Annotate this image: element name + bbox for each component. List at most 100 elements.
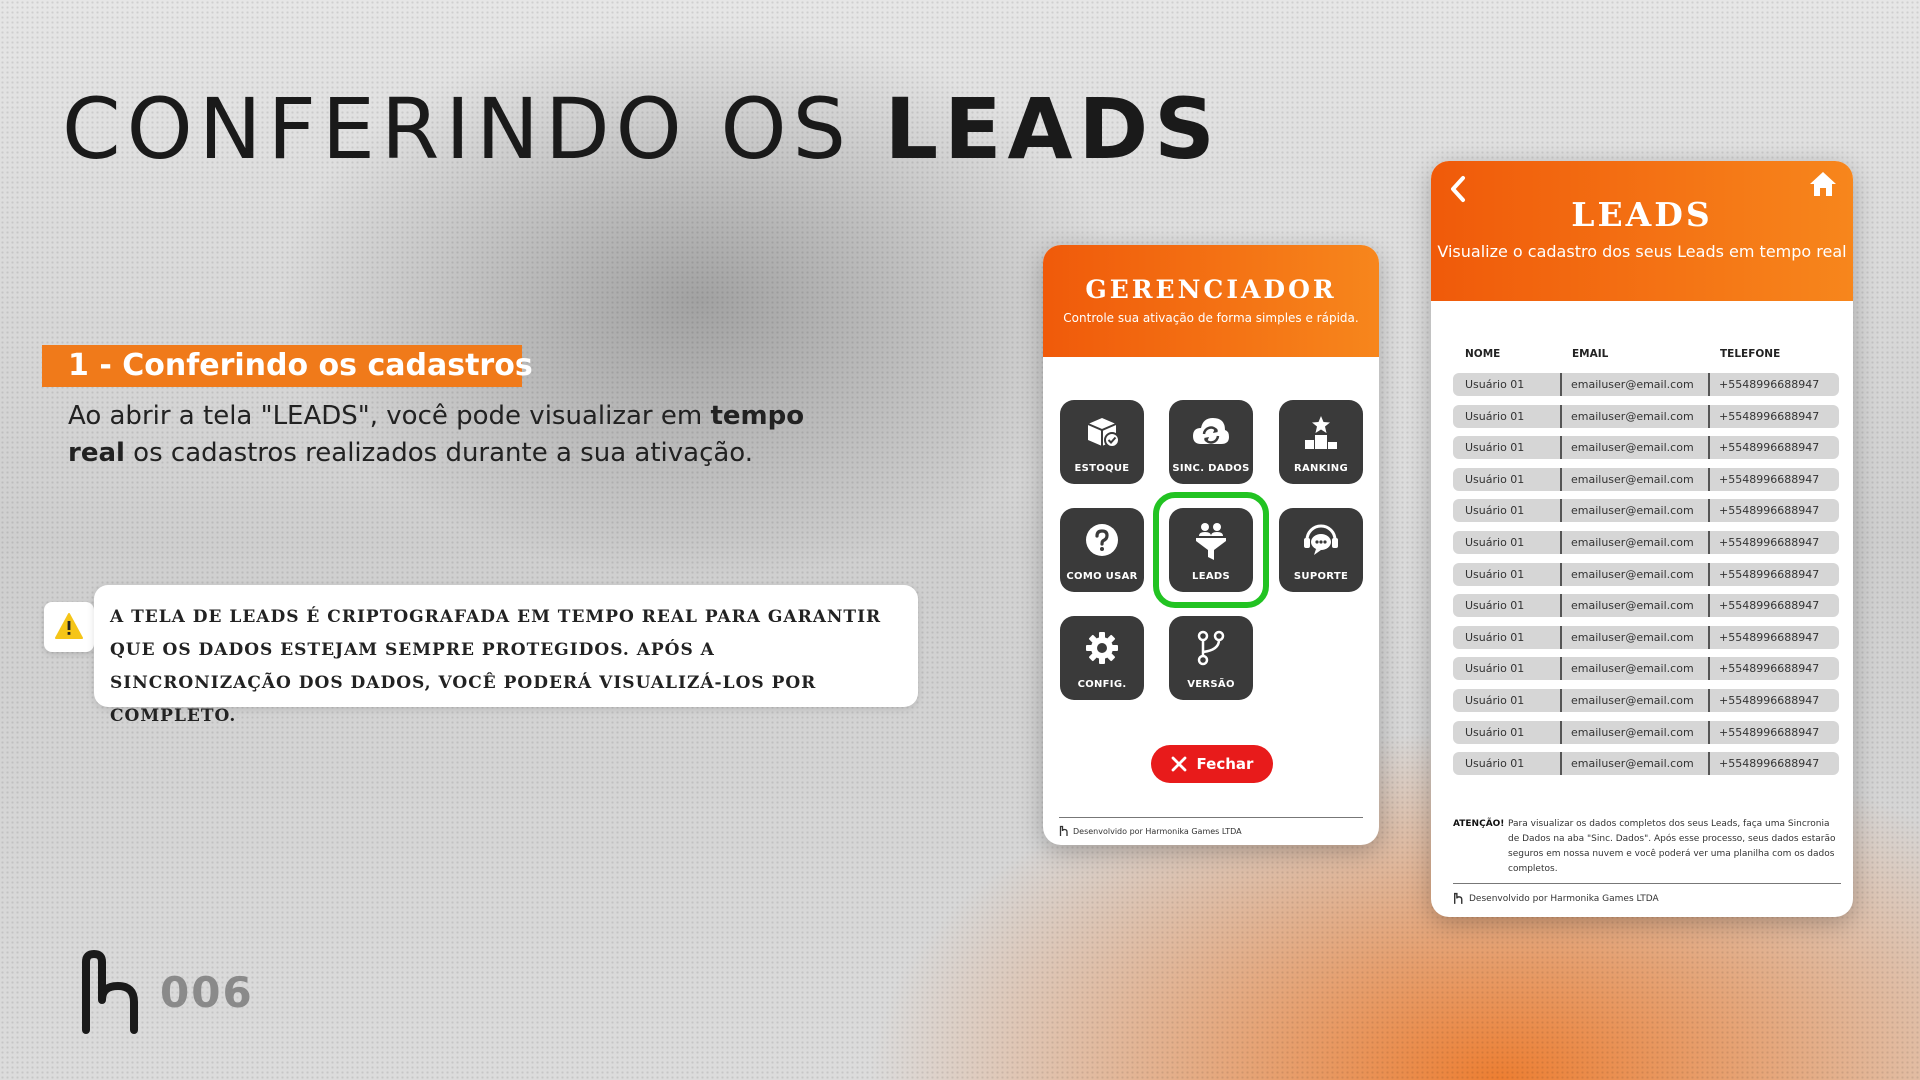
- tile-estoque[interactable]: ESTOQUE: [1060, 400, 1144, 484]
- cell-separator: [1560, 404, 1562, 428]
- tile-ranking[interactable]: RANKING: [1279, 400, 1363, 484]
- table-cell: emailuser@email.com: [1571, 757, 1694, 771]
- warning-message: A tela de leads é criptografada em tempo…: [94, 585, 918, 726]
- leads-screen: LEADS Visualize o cadastro dos seus Lead…: [1431, 161, 1853, 917]
- attention-note: ATENÇÃO! Para visualizar os dados comple…: [1453, 817, 1839, 877]
- cell-separator: [1708, 689, 1710, 712]
- cell-separator: [1560, 657, 1562, 681]
- table-cell: +5548996688947: [1719, 725, 1820, 739]
- cell-separator: [1708, 436, 1710, 460]
- close-icon: [1171, 756, 1186, 772]
- tile-config[interactable]: CONFIG.: [1060, 616, 1144, 700]
- table-cell: Usuário 01: [1465, 441, 1525, 455]
- table-cell: Usuário 01: [1465, 472, 1525, 486]
- gerenciador-footer: Desenvolvido por Harmonika Games LTDA: [1059, 825, 1242, 837]
- box-icon: [1060, 414, 1144, 450]
- table-cell: emailuser@email.com: [1571, 630, 1694, 644]
- table-cell: Usuário 01: [1465, 536, 1525, 549]
- table-cell: +5548996688947: [1719, 504, 1820, 518]
- table-cell: emailuser@email.com: [1571, 725, 1694, 739]
- gerenciador-screen: GERENCIADOR Controle sua ativação de for…: [1043, 245, 1379, 845]
- cell-separator: [1560, 720, 1562, 744]
- cell-separator: [1560, 625, 1562, 649]
- close-button[interactable]: Fechar: [1151, 745, 1273, 783]
- cell-separator: [1708, 467, 1710, 491]
- table-cell: emailuser@email.com: [1571, 472, 1694, 486]
- table-cell: +5548996688947: [1719, 630, 1820, 644]
- table-row: Usuário 01 emailuser@email.com +5548996688…: [1453, 499, 1839, 523]
- home-icon[interactable]: [1809, 171, 1837, 201]
- tile-sinc-dados[interactable]: SINC. DADOS: [1169, 400, 1253, 484]
- cell-separator: [1708, 752, 1710, 776]
- harmonika-small-icon: [1454, 892, 1463, 904]
- cell-separator: [1560, 499, 1562, 523]
- cell-separator: [1708, 531, 1710, 554]
- table-row: Usuário 01 emailuser@email.com +5548996688…: [1453, 752, 1839, 776]
- gerenciador-title: GERENCIADOR: [1085, 275, 1337, 304]
- tile-como-usar[interactable]: COMO USAR: [1060, 508, 1144, 592]
- cell-separator: [1708, 657, 1710, 681]
- funnel-users-icon: [1169, 522, 1253, 560]
- cell-separator: [1708, 373, 1710, 396]
- gerenciador-header: GERENCIADOR Controle sua ativação de for…: [1043, 245, 1379, 357]
- table-row: Usuário 01 emailuser@email.com +5548996688…: [1453, 436, 1839, 460]
- cell-separator: [1560, 562, 1562, 586]
- cell-separator: [1560, 594, 1562, 618]
- table-cell: Usuário 01: [1465, 567, 1525, 581]
- back-icon[interactable]: [1449, 175, 1467, 207]
- page-number: 006: [160, 968, 254, 1017]
- tile-suporte[interactable]: SUPORTE: [1279, 508, 1363, 592]
- harmonika-small-icon: [1059, 825, 1068, 836]
- footer-text: Desenvolvido por Harmonika Games LTDA: [1073, 826, 1242, 836]
- cell-separator: [1560, 373, 1562, 396]
- tile-leads[interactable]: LEADS: [1169, 508, 1253, 592]
- section-label: 1 - Conferindo os cadastros: [42, 345, 533, 387]
- table-cell: emailuser@email.com: [1571, 378, 1694, 391]
- tile-label: SUPORTE: [1293, 571, 1349, 582]
- table-cell: emailuser@email.com: [1571, 441, 1694, 455]
- tile-label: LEADS: [1192, 571, 1230, 582]
- branch-icon: [1169, 630, 1253, 666]
- tile-label: SINC. DADOS: [1172, 463, 1250, 474]
- table-cell: Usuário 01: [1465, 378, 1525, 391]
- gerenciador-subtitle: Controle sua ativação de forma simples e…: [1063, 311, 1359, 325]
- table-row: Usuário 01 emailuser@email.com +5548996688…: [1453, 625, 1839, 649]
- table-cell: +5548996688947: [1719, 662, 1820, 676]
- attention-label: ATENÇÃO!: [1453, 819, 1505, 829]
- table-row: Usuário 01 emailuser@email.com +5548996688…: [1453, 373, 1839, 396]
- leads-table-header: NOME EMAIL TELEFONE: [1465, 348, 1837, 362]
- cell-separator: [1708, 594, 1710, 618]
- leads-footer: Desenvolvido por Harmonika Games LTDA: [1453, 892, 1659, 905]
- table-cell: Usuário 01: [1465, 725, 1525, 739]
- table-cell: Usuário 01: [1465, 630, 1525, 644]
- table-cell: emailuser@email.com: [1571, 536, 1694, 549]
- cell-separator: [1560, 467, 1562, 491]
- cell-separator: [1708, 499, 1710, 523]
- warning-icon: [44, 602, 94, 652]
- table-cell: Usuário 01: [1465, 504, 1525, 518]
- divider: [1059, 817, 1363, 818]
- table-cell: +5548996688947: [1719, 409, 1820, 423]
- tile-versao[interactable]: VERSÃO: [1169, 616, 1253, 700]
- table-row: Usuário 01 emailuser@email.com +5548996688…: [1453, 689, 1839, 712]
- table-cell: emailuser@email.com: [1571, 599, 1694, 613]
- cell-separator: [1560, 436, 1562, 460]
- cell-separator: [1708, 404, 1710, 428]
- tile-label: CONFIG.: [1077, 679, 1127, 690]
- leads-title: LEADS: [1571, 195, 1713, 234]
- footer-text: Desenvolvido por Harmonika Games LTDA: [1469, 893, 1659, 904]
- cell-separator: [1560, 752, 1562, 776]
- column-header: NOME: [1465, 348, 1501, 360]
- divider: [1453, 883, 1841, 884]
- leads-subtitle: Visualize o cadastro dos seus Leads em t…: [1437, 242, 1847, 261]
- table-cell: +5548996688947: [1719, 694, 1820, 707]
- table-cell: emailuser@email.com: [1571, 694, 1694, 707]
- table-cell: +5548996688947: [1719, 441, 1820, 455]
- gear-icon: [1060, 630, 1144, 666]
- tile-label: ESTOQUE: [1074, 463, 1130, 474]
- table-row: Usuário 01 emailuser@email.com +5548996688…: [1453, 562, 1839, 586]
- tile-label: COMO USAR: [1066, 571, 1138, 582]
- close-label: Fechar: [1196, 755, 1254, 773]
- cell-separator: [1560, 689, 1562, 712]
- podium-icon: [1279, 414, 1363, 450]
